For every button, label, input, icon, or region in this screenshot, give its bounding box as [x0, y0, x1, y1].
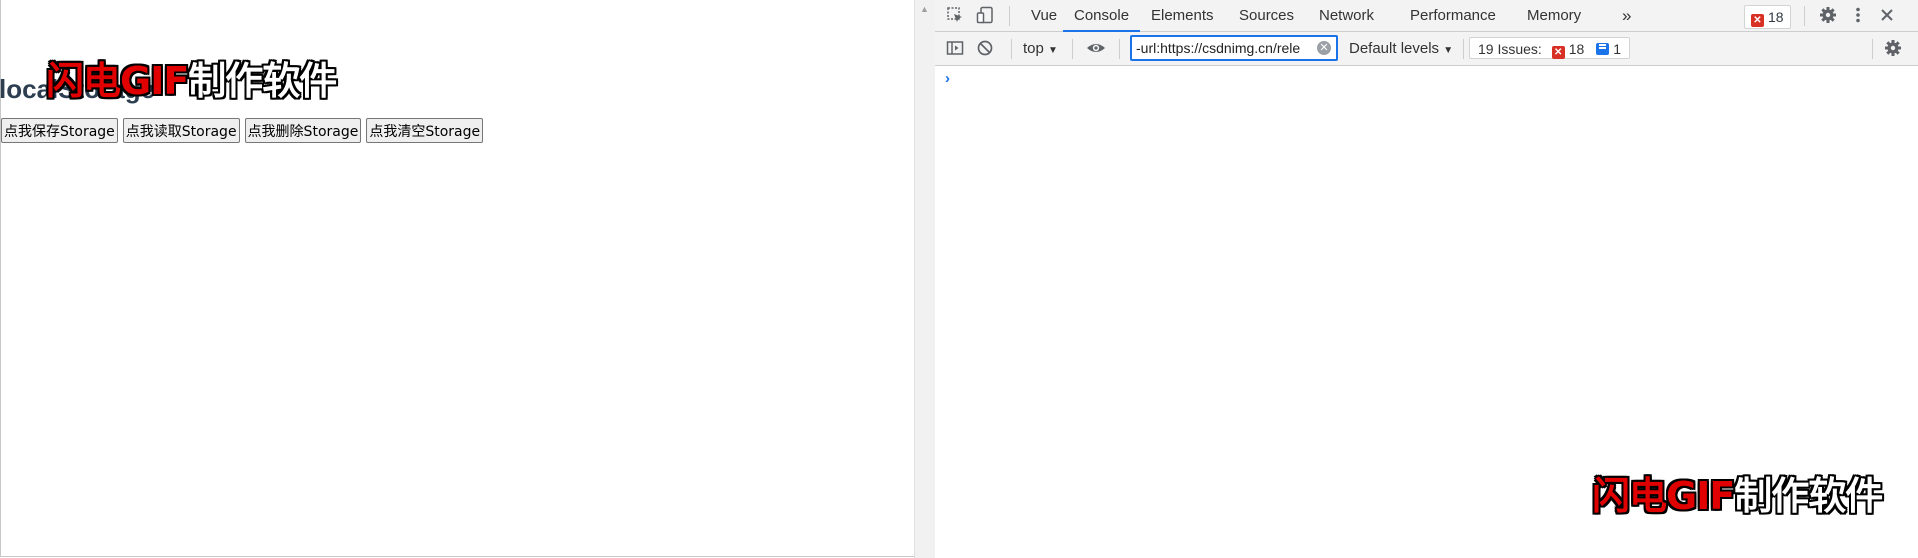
tab-elements[interactable]: Elements: [1151, 0, 1214, 31]
watermark-white-text: 制作软件: [1734, 474, 1883, 518]
context-selector[interactable]: top ▼: [1023, 39, 1058, 59]
error-icon: ✕: [1551, 46, 1565, 59]
scroll-up-arrow-icon[interactable]: ▲: [920, 4, 929, 14]
error-icon: ✕: [1751, 14, 1764, 27]
tab-console[interactable]: Console: [1063, 0, 1141, 32]
watermark-top: 闪电GIF制作软件: [46, 50, 337, 105]
chevron-down-icon: ▼: [1443, 45, 1454, 56]
error-count-badge[interactable]: ✕ 18: [1744, 5, 1791, 29]
divider: [1072, 39, 1073, 59]
tab-memory[interactable]: Memory: [1527, 0, 1581, 31]
divider: [1804, 6, 1805, 26]
issues-label: 19 Issues:: [1478, 41, 1542, 57]
console-filter-input[interactable]: [1130, 35, 1338, 61]
tab-performance[interactable]: Performance: [1410, 0, 1496, 31]
divider: [1119, 39, 1120, 59]
close-devtools-icon[interactable]: [1877, 6, 1897, 26]
console-prompt-icon[interactable]: ›: [945, 70, 950, 87]
show-sidebar-icon[interactable]: [945, 39, 965, 59]
tab-network[interactable]: Network: [1319, 0, 1374, 31]
error-count: 18: [1768, 9, 1784, 25]
divider: [1009, 6, 1010, 26]
page-scrollbar[interactable]: ▲: [914, 0, 935, 558]
issues-error-count: 18: [1568, 41, 1585, 57]
clear-storage-button[interactable]: 点我清空Storage: [366, 118, 484, 143]
device-toolbar-icon[interactable]: [975, 6, 995, 26]
chevron-down-icon: ▼: [1048, 45, 1058, 56]
devtools-tabbar: Vue Console Elements Sources Network Per…: [935, 0, 1918, 32]
watermark-white-text: 制作软件: [188, 59, 337, 103]
context-value: top: [1023, 40, 1044, 57]
read-storage-button[interactable]: 点我读取Storage: [122, 118, 240, 143]
info-message-icon: [1596, 43, 1610, 55]
issues-info-count: 1: [1613, 41, 1621, 57]
console-settings-gear-icon[interactable]: [1883, 39, 1903, 59]
tab-vue[interactable]: Vue: [1031, 0, 1057, 31]
log-levels-dropdown[interactable]: Default levels ▼: [1349, 39, 1453, 61]
divider: [1463, 39, 1464, 59]
more-options-icon[interactable]: [1848, 6, 1868, 26]
issues-button[interactable]: 19 Issues: ✕ 18 1: [1469, 37, 1630, 59]
live-expression-eye-icon[interactable]: [1086, 39, 1106, 59]
more-tabs-icon[interactable]: »: [1622, 0, 1631, 31]
levels-label: Default levels: [1349, 40, 1440, 57]
tab-sources[interactable]: Sources: [1239, 0, 1294, 31]
watermark-red-text: 闪电GIF: [1592, 474, 1735, 518]
settings-gear-icon[interactable]: [1818, 6, 1838, 26]
console-toolbar: top ▼ ✕ Default levels ▼ 19 Issues: ✕18 …: [935, 32, 1918, 66]
inspect-element-icon[interactable]: [945, 6, 965, 26]
clear-console-icon[interactable]: [975, 39, 995, 59]
divider: [1872, 39, 1873, 59]
delete-storage-button[interactable]: 点我删除Storage: [244, 118, 362, 143]
watermark-red-text: 闪电GIF: [46, 59, 189, 103]
save-storage-button[interactable]: 点我保存Storage: [1, 118, 118, 143]
watermark-bottom: 闪电GIF制作软件: [1592, 465, 1883, 520]
storage-buttons: 点我保存Storage 点我读取Storage 点我删除Storage 点我清空…: [1, 118, 484, 143]
divider: [1011, 39, 1012, 59]
clear-filter-icon[interactable]: ✕: [1317, 41, 1331, 55]
